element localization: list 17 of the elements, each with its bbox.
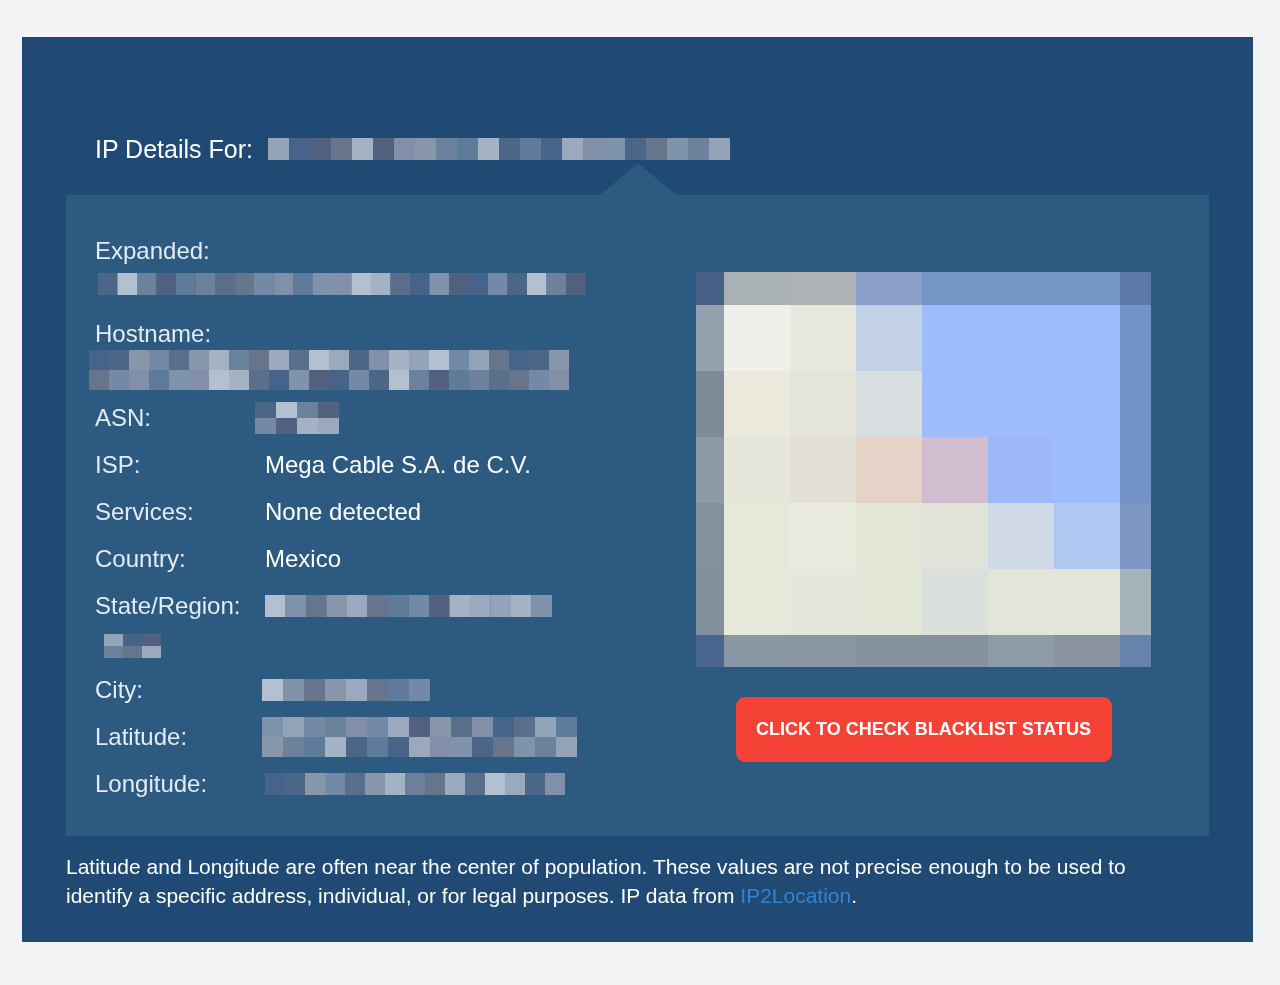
detail-label: Hostname: bbox=[95, 319, 212, 349]
disclaimer-text: Latitude and Longitude are often near the center of population. These values are not precise enough to be used to identify a specific address, individual, or for legal purposes. IP data from IP2Location. bbox=[66, 854, 1127, 909]
detail-value: Mega Cable S.A. de C.V. bbox=[265, 449, 531, 480]
detail-value: Mexico bbox=[265, 543, 342, 574]
detail-label: Longitude: bbox=[95, 768, 209, 799]
detail-label: ASN: bbox=[95, 402, 152, 433]
check-blacklist-button[interactable]: CLICK TO CHECK BLACKLIST STATUS bbox=[735, 697, 1112, 762]
detail-label: Services: bbox=[95, 496, 195, 527]
ip2location-link[interactable]: IP2Location bbox=[740, 884, 852, 907]
detail-label: City: bbox=[95, 674, 144, 705]
detail-label: Expanded: bbox=[95, 236, 210, 266]
detail-label: State/Region: bbox=[95, 590, 242, 621]
detail-value: None detected bbox=[265, 496, 422, 527]
detail-label: ISP: bbox=[95, 449, 142, 480]
detail-label: Latitude: bbox=[95, 721, 189, 752]
ip-details-heading: IP Details For: bbox=[95, 134, 253, 165]
detail-label: Country: bbox=[95, 543, 187, 574]
